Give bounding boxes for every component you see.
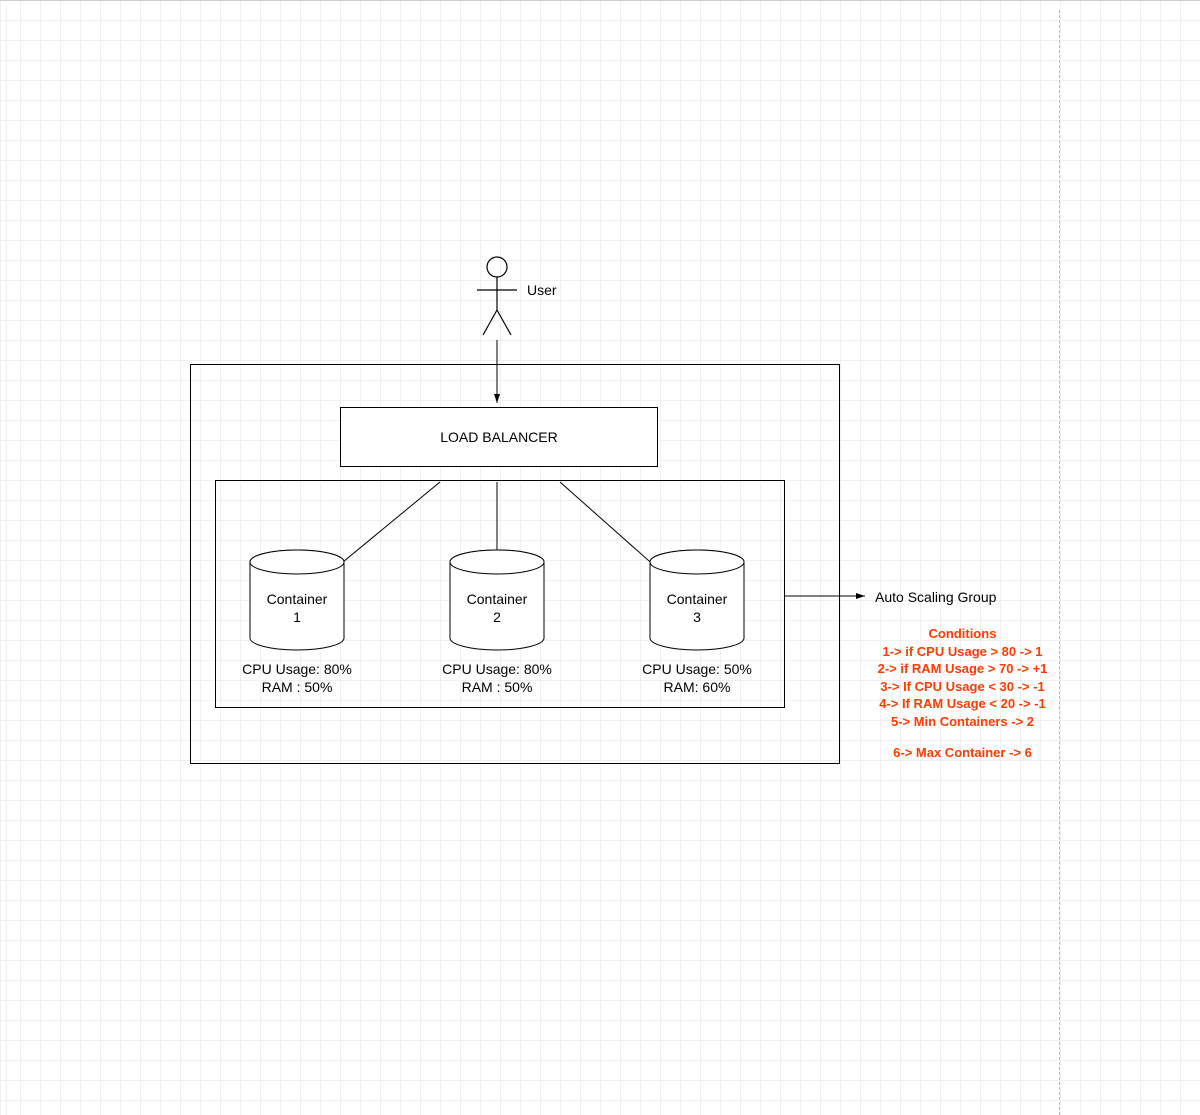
condition-6: 6-> Max Container -> 6: [865, 744, 1060, 762]
auto-scaling-group-label: Auto Scaling Group: [875, 589, 996, 605]
viewport-top-border: [0, 0, 1200, 1]
container-1-name: Container 1: [262, 590, 332, 626]
container-2-stats: CPU Usage: 80% RAM : 50%: [432, 660, 562, 696]
user-label: User: [527, 282, 557, 298]
condition-3: 3-> If CPU Usage < 30 -> -1: [865, 678, 1060, 696]
load-balancer-box: LOAD BALANCER: [340, 407, 658, 467]
condition-4: 4-> If RAM Usage < 20 -> -1: [865, 695, 1060, 713]
container-3-stats: CPU Usage: 50% RAM: 60%: [632, 660, 762, 696]
page-break-line: [1059, 10, 1060, 1115]
condition-1: 1-> if CPU Usage > 80 -> 1: [865, 643, 1060, 661]
container-2-name: Container 2: [462, 590, 532, 626]
condition-5: 5-> Min Containers -> 2: [865, 713, 1060, 731]
conditions-block: Conditions 1-> if CPU Usage > 80 -> 1 2-…: [865, 625, 1060, 762]
load-balancer-label: LOAD BALANCER: [440, 429, 557, 445]
condition-2: 2-> if RAM Usage > 70 -> +1: [865, 660, 1060, 678]
viewport-left-border: [6, 6, 7, 1115]
conditions-title: Conditions: [865, 625, 1060, 643]
container-3-name: Container 3: [662, 590, 732, 626]
container-1-stats: CPU Usage: 80% RAM : 50%: [232, 660, 362, 696]
